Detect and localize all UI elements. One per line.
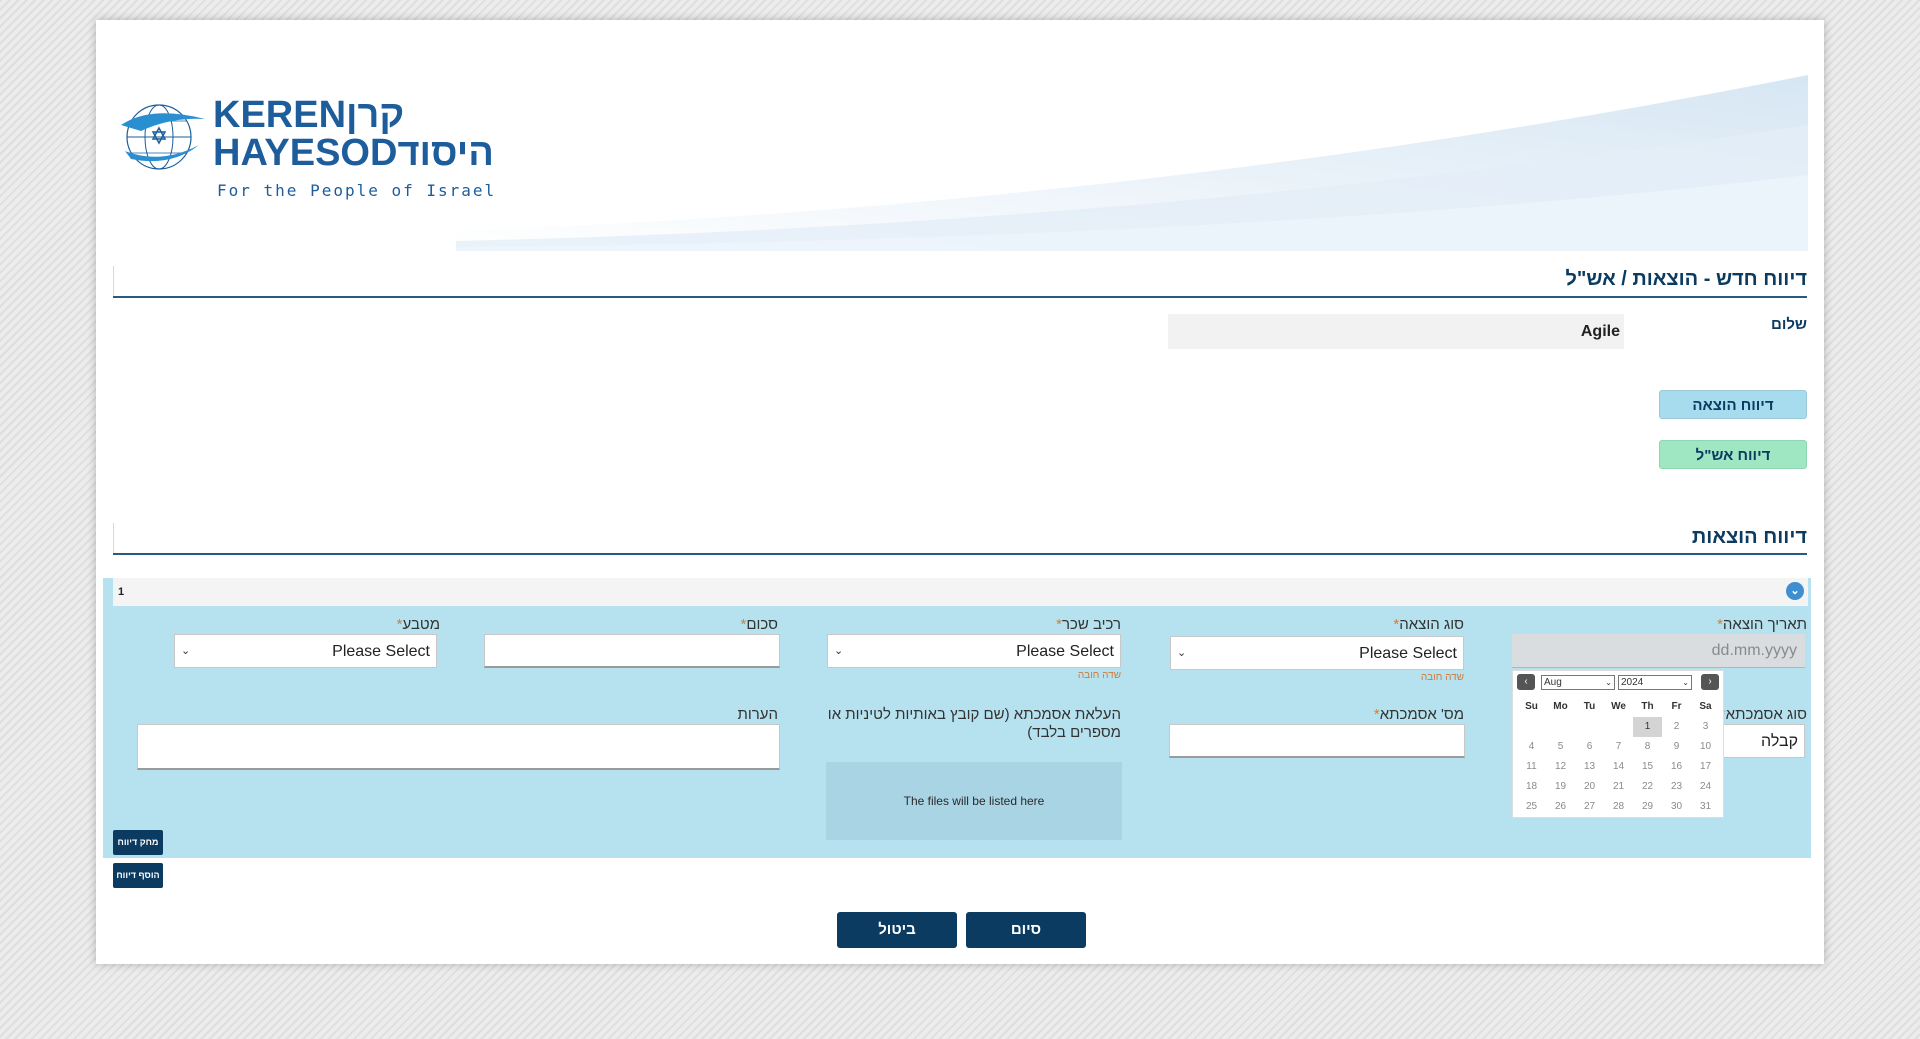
weekday-header: Su [1525, 701, 1538, 712]
finish-button[interactable]: סיום [966, 912, 1086, 948]
calendar-day[interactable]: 18 [1517, 777, 1546, 797]
calendar-empty-cell [1546, 717, 1575, 737]
keren-hayesod-logo: KERENקרן HAYESODהיסוד For the People of … [121, 75, 494, 205]
calendar-day[interactable]: 7 [1604, 737, 1633, 757]
chevron-down-icon: ⌄ [834, 645, 844, 657]
calendar-empty-cell [1604, 717, 1633, 737]
title-divider [113, 266, 1807, 298]
logo-tagline: For the People of Israel [217, 181, 497, 200]
calendar-day[interactable]: 28 [1604, 797, 1633, 817]
cancel-button[interactable]: ביטול [837, 912, 957, 948]
calendar-day[interactable]: 22 [1633, 777, 1662, 797]
next-month-button[interactable]: › [1701, 674, 1719, 690]
calendar-day[interactable]: 13 [1575, 757, 1604, 777]
chevron-down-icon: ⌄ [181, 645, 191, 657]
expense-type-required-hint: שדה חובה [1420, 672, 1464, 683]
greeting-label: שלום [1771, 316, 1807, 333]
salary-component-select[interactable]: Please Select ⌄ [827, 634, 1121, 668]
calendar-day[interactable]: 17 [1691, 757, 1720, 777]
calendar-day[interactable]: 3 [1691, 717, 1720, 737]
user-name-field: Agile [1168, 314, 1624, 349]
expense-type-select[interactable]: Please Select ⌄ [1170, 636, 1464, 670]
date-picker: ‹ Aug ⌄ 2024 ⌄ › Su Mo Tu We Th Fr Sa 1 2 3 4 5 6 7 8 9 10… [1512, 670, 1724, 818]
calendar-day[interactable]: 27 [1575, 797, 1604, 817]
doc-number-input[interactable] [1169, 724, 1465, 758]
currency-select[interactable]: Please Select ⌄ [174, 634, 437, 668]
calendar-day[interactable]: 10 [1691, 737, 1720, 757]
doc-number-label: מס' אסמכתא* [1373, 706, 1464, 723]
add-report-button[interactable]: הוסף דיווח [113, 863, 163, 888]
weekday-header: Mo [1553, 701, 1568, 712]
notes-label: הערות [737, 706, 778, 723]
page: KERENקרן HAYESODהיסוד For the People of … [96, 20, 1824, 964]
salary-component-required-hint: שדה חובה [1077, 670, 1121, 681]
calendar-day[interactable]: 26 [1546, 797, 1575, 817]
header-banner [456, 75, 1808, 251]
calendar-day[interactable]: 21 [1604, 777, 1633, 797]
expense-row-header: 1 ⌄ [113, 578, 1808, 606]
prev-month-button[interactable]: ‹ [1517, 674, 1535, 690]
calendar-day[interactable]: 6 [1575, 737, 1604, 757]
chevron-down-icon[interactable]: ⌄ [1786, 582, 1804, 600]
weekday-header: Th [1641, 701, 1654, 712]
doc-type-label: סוג אסמכתא* [1720, 706, 1807, 723]
calendar-day[interactable]: 12 [1546, 757, 1575, 777]
calendar-empty-cell [1517, 717, 1546, 737]
calendar-day[interactable]: 20 [1575, 777, 1604, 797]
delete-report-button[interactable]: מחק דיווח [113, 830, 163, 855]
calendar-day[interactable]: 25 [1517, 797, 1546, 817]
currency-label: מטבע* [396, 616, 440, 633]
calendar-day[interactable]: 5 [1546, 737, 1575, 757]
expenses-section-title: דיווח הוצאות [1691, 526, 1807, 548]
notes-input[interactable] [137, 724, 780, 770]
amount-input[interactable] [484, 634, 780, 668]
calendar-day[interactable]: 19 [1546, 777, 1575, 797]
chevron-down-icon: ⌄ [1177, 647, 1187, 659]
calendar-day[interactable]: 2 [1662, 717, 1691, 737]
logo-line-1: KERENקרן [213, 94, 405, 136]
calendar-day[interactable]: 1 [1633, 717, 1662, 737]
calendar-day[interactable]: 30 [1662, 797, 1691, 817]
month-select[interactable]: Aug ⌄ [1541, 675, 1615, 690]
calendar-grid: Su Mo Tu We Th Fr Sa 1 2 3 4 5 6 7 8 9 10 11 12 13 14 15 16 17 1… [1517, 697, 1721, 817]
salary-component-label: רכיב שכר* [1056, 616, 1121, 633]
expense-type-label: סוג הוצאה* [1393, 616, 1464, 633]
file-upload-dropzone[interactable]: The files will be listed here [826, 762, 1122, 840]
calendar-day[interactable]: 8 [1633, 737, 1662, 757]
page-title: דיווח חדש - הוצאות / אש"ל [1565, 268, 1807, 290]
calendar-day[interactable]: 16 [1662, 757, 1691, 777]
calendar-day[interactable]: 23 [1662, 777, 1691, 797]
weekday-header: Fr [1671, 701, 1682, 712]
report-expense-button[interactable]: דיווח הוצאה [1659, 390, 1807, 419]
weekday-header: We [1611, 701, 1626, 712]
calendar-empty-cell [1575, 717, 1604, 737]
year-select[interactable]: 2024 ⌄ [1618, 675, 1692, 690]
calendar-day[interactable]: 14 [1604, 757, 1633, 777]
expenses-divider [113, 523, 1807, 555]
row-number: 1 [118, 586, 125, 598]
weekday-header: Tu [1583, 701, 1596, 712]
upload-label: העלאת אסמכתא (שם קובץ באותיות לטיניות או… [827, 706, 1121, 741]
calendar-day[interactable]: 11 [1517, 757, 1546, 777]
globe-logo-icon [121, 104, 205, 170]
calendar-day[interactable]: 9 [1662, 737, 1691, 757]
calendar-day[interactable]: 4 [1517, 737, 1546, 757]
amount-label: סכום* [740, 616, 778, 633]
report-per-diem-button[interactable]: דיווח אש"ל [1659, 440, 1807, 469]
calendar-day[interactable]: 15 [1633, 757, 1662, 777]
calendar-day[interactable]: 24 [1691, 777, 1720, 797]
calendar-day[interactable]: 29 [1633, 797, 1662, 817]
expense-date-input[interactable]: dd.mm.yyyy [1512, 634, 1805, 668]
logo-line-2: HAYESODהיסוד [213, 132, 494, 174]
expense-date-label: תאריך הוצאה* [1717, 616, 1807, 633]
calendar-day[interactable]: 31 [1691, 797, 1720, 817]
weekday-header: Sa [1699, 701, 1712, 712]
